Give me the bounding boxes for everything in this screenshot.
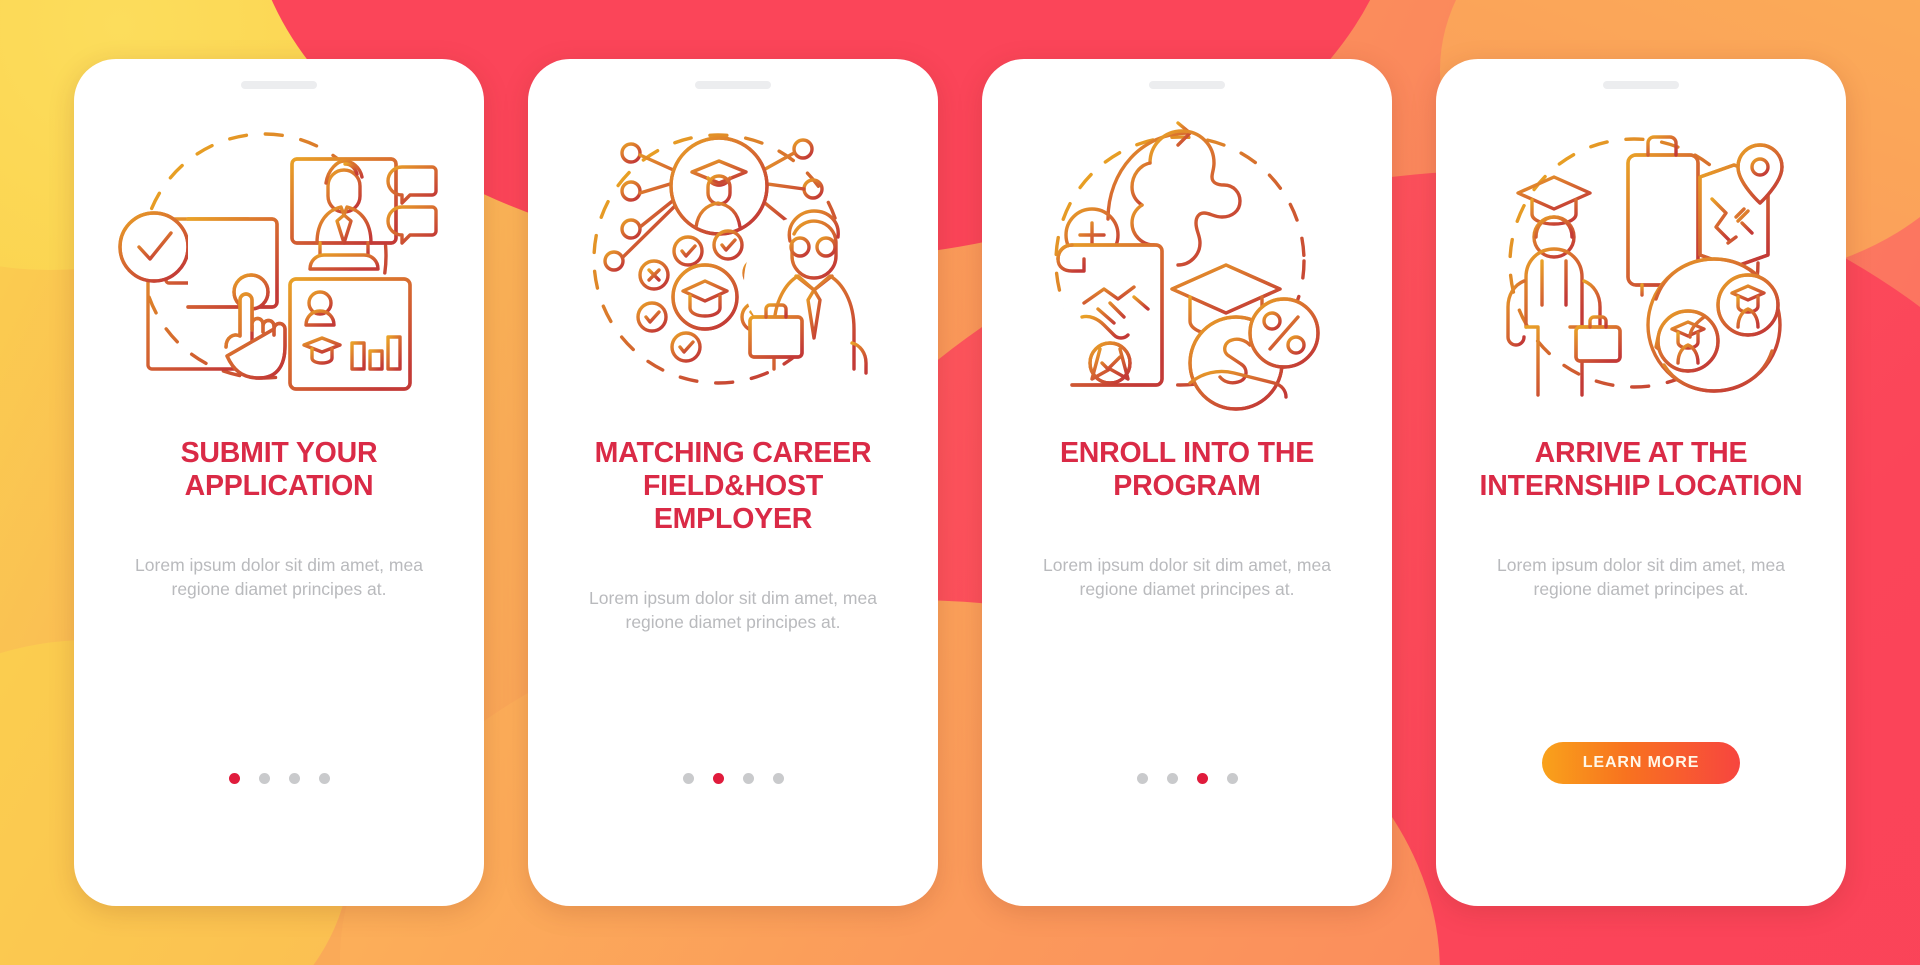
- arrival-travel-icon: [1476, 111, 1806, 411]
- phone-card-4: ARRIVE AT THE INTERNSHIP LOCATION Lorem …: [1436, 59, 1846, 906]
- screen-title: ARRIVE AT THE INTERNSHIP LOCATION: [1479, 437, 1803, 502]
- onboarding-screens-mockup: SUBMIT YOUR APPLICATION Lorem ipsum dolo…: [0, 0, 1920, 965]
- learn-more-button[interactable]: LEARN MORE: [1542, 742, 1740, 784]
- phone-speaker-grill: [695, 81, 771, 89]
- enrollment-contract-icon: [1022, 111, 1352, 411]
- screen-description: Lorem ipsum dolor sit dim amet, mea regi…: [1043, 555, 1331, 599]
- pagination-dot[interactable]: [1196, 773, 1208, 784]
- pagination-dot[interactable]: [1136, 773, 1148, 784]
- pagination-dot[interactable]: [772, 773, 784, 784]
- screen-footer: [74, 773, 484, 784]
- phone-speaker-grill: [1603, 81, 1679, 89]
- screen-footer: [982, 773, 1392, 784]
- pagination-dot[interactable]: [318, 773, 330, 784]
- career-matching-icon: [568, 111, 898, 411]
- screen-footer: LEARN MORE: [1436, 742, 1846, 784]
- screen-description: Lorem ipsum dolor sit dim amet, mea regi…: [589, 588, 877, 632]
- pagination-dot[interactable]: [228, 773, 240, 784]
- screen-title: ENROLL INTO THE PROGRAM: [1059, 437, 1315, 502]
- pagination-dot[interactable]: [712, 773, 724, 784]
- pagination-dot[interactable]: [1166, 773, 1178, 784]
- pagination-dot[interactable]: [258, 773, 270, 784]
- phone-card-1: SUBMIT YOUR APPLICATION Lorem ipsum dolo…: [74, 59, 484, 906]
- pagination-dot[interactable]: [1226, 773, 1238, 784]
- phone-card-list: SUBMIT YOUR APPLICATION Lorem ipsum dolo…: [0, 0, 1920, 965]
- screen-description: Lorem ipsum dolor sit dim amet, mea regi…: [135, 555, 423, 599]
- pagination-dots[interactable]: [228, 773, 330, 784]
- pagination-dot[interactable]: [682, 773, 694, 784]
- pagination-dots[interactable]: [682, 773, 784, 784]
- application-review-icon: [114, 111, 444, 411]
- pagination-dot[interactable]: [288, 773, 300, 784]
- phone-speaker-grill: [1149, 81, 1225, 89]
- phone-card-3: ENROLL INTO THE PROGRAM Lorem ipsum dolo…: [982, 59, 1392, 906]
- screen-description: Lorem ipsum dolor sit dim amet, mea regi…: [1497, 555, 1785, 599]
- phone-card-2: MATCHING CAREER FIELD&HOST EMPLOYER Lore…: [528, 59, 938, 906]
- pagination-dots[interactable]: [1136, 773, 1238, 784]
- screen-footer: [528, 773, 938, 784]
- phone-speaker-grill: [241, 81, 317, 89]
- screen-title: MATCHING CAREER FIELD&HOST EMPLOYER: [594, 437, 872, 535]
- screen-title: SUBMIT YOUR APPLICATION: [180, 437, 378, 502]
- pagination-dot[interactable]: [742, 773, 754, 784]
